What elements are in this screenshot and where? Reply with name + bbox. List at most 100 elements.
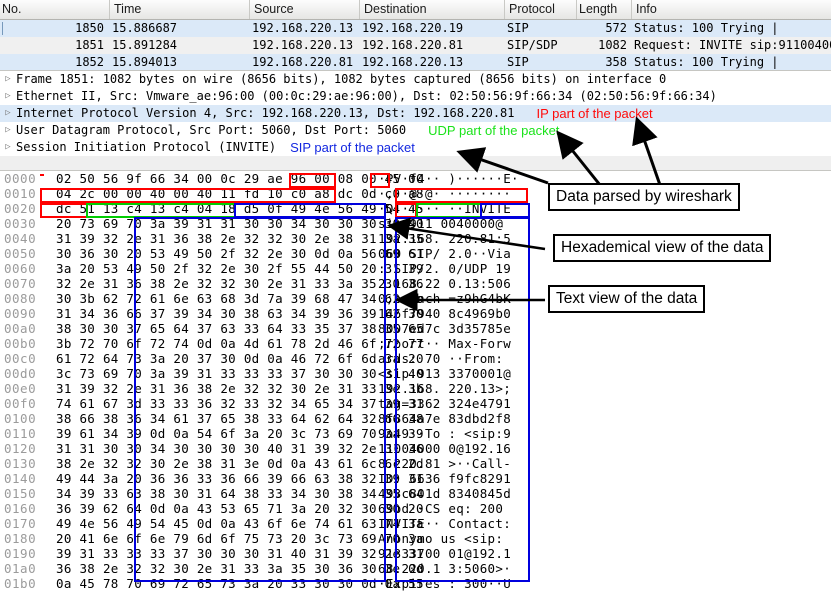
column-header-no[interactable]: No. (0, 0, 110, 19)
byte-row[interactable]: 0110 39 61 34 39 0d 0a 54 6f 3a 20 3c 73 … (0, 426, 831, 441)
detail-row-ipv4[interactable]: ▷ Internet Protocol Version 4, Src: 192.… (0, 105, 831, 122)
byte-row[interactable]: 0140 49 44 3a 20 36 36 33 36 66 39 66 63 … (0, 471, 831, 486)
byte-offset: 0080 (4, 291, 37, 306)
detail-row-ethernet[interactable]: ▷ Ethernet II, Src: Vmware_ae:96:00 (00:… (0, 88, 831, 105)
cell-info: Status: 100 Trying | (634, 21, 779, 35)
column-header-destination[interactable]: Destination (360, 0, 505, 19)
byte-offset: 00c0 (4, 351, 37, 366)
byte-row[interactable]: 0170 49 4e 56 49 54 45 0d 0a 43 6f 6e 74 … (0, 516, 831, 531)
column-header-time[interactable]: Time (110, 0, 250, 19)
byte-ascii: sip:911 0040000@ (378, 216, 504, 231)
byte-row[interactable]: 0130 38 2e 32 32 30 2e 38 31 3e 0d 0a 43 … (0, 456, 831, 471)
cell-source: 192.168.220.13 (252, 38, 354, 52)
byte-ascii: 69bd··CS eq: 200 (378, 501, 504, 516)
byte-hex: dc 51 13 c4 13 c4 04 18 d5 0f 49 4e 56 4… (56, 201, 424, 216)
chevron-right-icon[interactable]: ▷ (0, 139, 16, 156)
byte-offset: 0120 (4, 441, 37, 456)
cell-no: 1851 (75, 38, 104, 52)
chevron-right-icon[interactable]: ▷ (0, 122, 16, 139)
packet-detail-pane[interactable]: ▷ Frame 1851: 1082 bytes on wire (8656 b… (0, 70, 831, 171)
byte-hex: 34 39 33 63 38 30 31 64 38 33 34 30 38 3… (56, 486, 424, 501)
byte-offset: 0050 (4, 246, 37, 261)
annotation-udp-part: UDP part of the packet (428, 123, 560, 138)
byte-row[interactable]: 00a0 38 30 30 37 65 64 37 63 33 64 33 35 … (0, 321, 831, 336)
detail-row-frame-label: Frame 1851: 1082 bytes on wire (8656 bit… (16, 72, 667, 86)
byte-hex: 38 30 30 37 65 64 37 63 33 64 33 35 37 3… (56, 321, 424, 336)
byte-ascii: 2.168.22 0.13:506 (378, 276, 512, 291)
byte-hex: 3a 20 53 49 50 2f 32 2e 30 2f 55 44 50 2… (56, 261, 424, 276)
byte-offset: 00a0 (4, 321, 37, 336)
cell-destination: 192.168.220.81 (362, 38, 464, 52)
byte-offset: 0170 (4, 516, 37, 531)
byte-offset: 00e0 (4, 381, 37, 396)
column-header-length[interactable]: Length (577, 0, 632, 19)
byte-row[interactable]: 0190 39 31 33 33 33 37 30 30 30 31 40 31 … (0, 546, 831, 561)
table-row[interactable]: 1852 15.894013 192.168.220.81 192.168.22… (0, 54, 831, 71)
byte-ascii: 0;branch =z9hG4bK (378, 291, 512, 306)
cell-time: 15.886687 (112, 21, 178, 35)
byte-ascii: ·,··@·@· ········ (378, 186, 512, 201)
packet-list-pane[interactable]: No. Time Source Destination Protocol Len… (0, 0, 831, 71)
column-header-info[interactable]: Info (632, 0, 831, 19)
byte-row[interactable]: 0060 3a 20 53 49 50 2f 32 2e 30 2f 55 44 … (0, 261, 831, 276)
byte-hex: 49 4e 56 49 54 45 0d 0a 43 6f 6e 74 61 6… (56, 516, 424, 531)
column-header-protocol[interactable]: Protocol (505, 0, 577, 19)
byte-offset: 0040 (4, 231, 37, 246)
detail-pane-filler (0, 156, 831, 171)
byte-hex: 02 50 56 9f 66 34 00 0c 29 ae 96 00 08 0… (56, 171, 424, 186)
detail-row-sip[interactable]: ▷ Session Initiation Protocol (INVITE) S… (0, 139, 831, 156)
detail-row-udp[interactable]: ▷ User Datagram Protocol, Src Port: 5060… (0, 122, 831, 139)
cell-destination: 192.168.220.13 (362, 55, 464, 69)
byte-offset: 01a0 (4, 561, 37, 576)
byte-offset: 0110 (4, 426, 37, 441)
byte-hex: 20 73 69 70 3a 39 31 31 30 30 34 30 30 3… (56, 216, 424, 231)
byte-hex: 0a 45 78 70 69 72 65 73 3a 20 33 30 30 0… (56, 576, 424, 591)
byte-offset: 0010 (4, 186, 37, 201)
table-row[interactable]: 1851 15.891284 192.168.220.13 192.168.22… (0, 37, 831, 54)
byte-hex: 3c 73 69 70 3a 39 31 33 33 33 37 30 30 3… (56, 366, 424, 381)
byte-hex: 39 31 33 33 33 37 30 30 30 31 40 31 39 3… (56, 546, 424, 561)
byte-row[interactable]: 0150 34 39 33 63 38 30 31 64 38 33 34 30 … (0, 486, 831, 501)
byte-row[interactable]: 01b0 0a 45 78 70 69 72 65 73 3a 20 33 30 … (0, 576, 831, 591)
byte-row[interactable]: 0090 31 34 36 66 37 39 34 30 38 63 34 39 … (0, 306, 831, 321)
byte-row[interactable]: 0180 20 41 6e 6f 6e 79 6d 6f 75 73 20 3c … (0, 531, 831, 546)
byte-hex: 49 44 3a 20 36 36 33 36 66 39 66 63 38 3… (56, 471, 424, 486)
byte-row[interactable]: 0160 36 39 62 64 0d 0a 43 53 65 71 3a 20 … (0, 501, 831, 516)
byte-ascii: 060 SIP/ 2.0··Via (378, 246, 512, 261)
byte-ascii: 8007ed7c 3d35785e (378, 321, 512, 336)
byte-row[interactable]: 01a0 36 38 2e 32 32 30 2e 31 33 3a 35 30 … (0, 561, 831, 576)
detail-row-frame[interactable]: ▷ Frame 1851: 1082 bytes on wire (8656 b… (0, 71, 831, 88)
byte-offset: 00b0 (4, 336, 37, 351)
byte-offset: 0060 (4, 261, 37, 276)
byte-row[interactable]: 0120 31 31 30 30 34 30 30 30 30 40 31 39 … (0, 441, 831, 456)
byte-ascii: ID: 6636 f9fc8291 (378, 471, 512, 486)
byte-hex: 31 39 32 2e 31 36 38 2e 32 32 30 2e 31 3… (56, 381, 424, 396)
byte-ascii: ·PV·f4·· )······E· (378, 171, 519, 186)
byte-row[interactable]: 0100 38 66 38 36 34 61 37 65 38 33 64 62 … (0, 411, 831, 426)
byte-offset: 0160 (4, 501, 37, 516)
byte-row[interactable]: 0070 32 2e 31 36 38 2e 32 32 30 2e 31 33 … (0, 276, 831, 291)
chevron-right-icon[interactable]: ▷ (0, 71, 16, 88)
annotation-ip-part: IP part of the packet (536, 106, 653, 121)
byte-offset: 01b0 (4, 576, 37, 591)
byte-row[interactable]: 0030 20 73 69 70 3a 39 31 31 30 30 34 30 … (0, 216, 831, 231)
byte-row[interactable]: 00d0 3c 73 69 70 3a 39 31 33 33 33 37 30 … (0, 366, 831, 381)
byte-offset: 0030 (4, 216, 37, 231)
detail-row-ipv4-label: Internet Protocol Version 4, Src: 192.16… (16, 106, 515, 120)
byte-row[interactable]: 00c0 61 72 64 73 3a 20 37 30 0d 0a 46 72 … (0, 351, 831, 366)
byte-hex: 20 41 6e 6f 6e 79 6d 6f 75 73 20 3c 73 6… (56, 531, 424, 546)
byte-row[interactable]: 0080 30 3b 62 72 61 6e 63 68 3d 7a 39 68 … (0, 291, 831, 306)
chevron-right-icon[interactable]: ▷ (0, 88, 16, 105)
cell-info: Request: INVITE sip:9110040000@192.168.2… (634, 38, 831, 52)
byte-row[interactable]: 00e0 31 39 32 2e 31 36 38 2e 32 32 30 2e … (0, 381, 831, 396)
table-row[interactable]: 1850 15.886687 192.168.220.13 192.168.22… (0, 20, 831, 37)
packet-list-header[interactable]: No. Time Source Destination Protocol Len… (0, 0, 831, 20)
cell-no: 1852 (75, 55, 104, 69)
column-header-source[interactable]: Source (250, 0, 360, 19)
byte-offset: 0140 (4, 471, 37, 486)
chevron-right-icon[interactable]: ▷ (0, 105, 16, 122)
byte-row[interactable]: 00f0 74 61 67 3d 33 33 36 32 33 32 34 65 … (0, 396, 831, 411)
byte-row[interactable]: 00b0 3b 72 70 6f 72 74 0d 0a 4d 61 78 2d … (0, 336, 831, 351)
cell-no: 1850 (75, 21, 104, 35)
byte-hex: 04 2c 00 00 40 00 40 11 fd 10 c0 a8 dc 0… (56, 186, 424, 201)
